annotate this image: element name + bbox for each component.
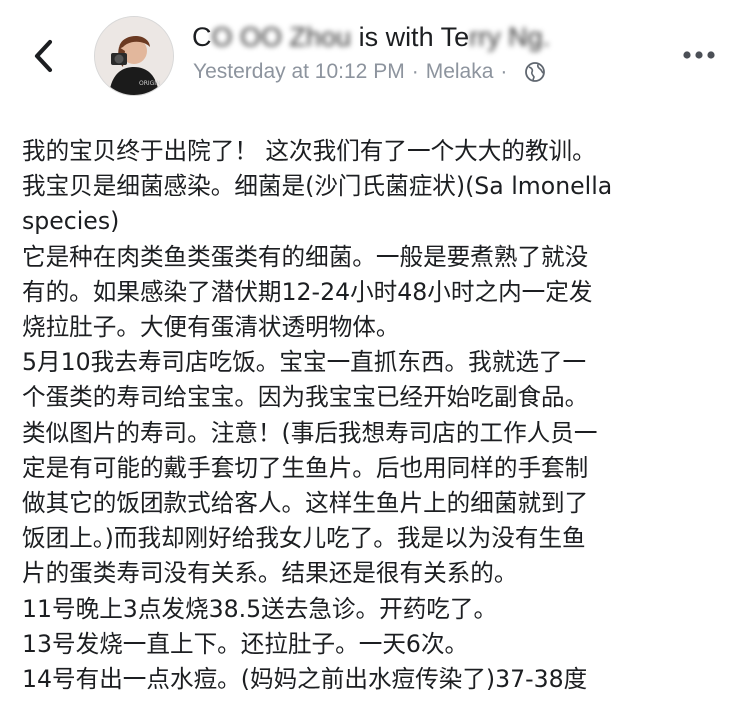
with-text: is with <box>351 22 441 52</box>
post-line: 5月10我去寿司店吃饭。宝宝一直抓东西。我就选了一 <box>22 348 587 377</box>
meta-separator: · <box>411 60 419 83</box>
post-line: 烧拉肚子。大便有蛋清状透明物体。 <box>22 313 400 342</box>
post-line: species) <box>22 207 120 236</box>
post-line: 14号有出一点水痘。(妈妈之前出水痘传染了)37-38度 <box>22 665 588 694</box>
tagged-name[interactable]: Terry Ng. <box>441 22 551 52</box>
post-meta: Yesterday at 10:12 PM · Melaka · <box>193 58 546 86</box>
post-body: 我的宝贝终于出院了！ 这次我们有了一个大大的教训。 我宝贝是细菌感染。细菌是(沙… <box>22 134 734 697</box>
post-line: 片的蛋类寿司没有关系。结果还是很有关系的。 <box>22 559 518 588</box>
author-line: CO OO Zhou is with Terry Ng. <box>192 20 550 54</box>
post-line: 做其它的饭团款式给客人。这样生鱼片上的细菌就到了 <box>22 489 589 518</box>
more-options-icon[interactable] <box>681 46 717 64</box>
post-line: 类似图片的寿司。注意！(事后我想寿司店的工作人员一 <box>22 418 598 447</box>
post-line: 它是种在肉类鱼类蛋类有的细菌。一般是要煮熟了就没 <box>22 242 589 271</box>
post-line: 有的。如果感染了潜伏期12-24小时48小时之内一定发 <box>22 277 593 306</box>
meta-separator-2: · <box>500 60 508 83</box>
post-line: 饭团上。)而我却刚好给我女儿吃了。我是以为没有生鱼 <box>22 524 586 553</box>
back-arrow-icon[interactable] <box>28 36 62 76</box>
avatar-shirt-text: ORIGIN <box>139 80 161 87</box>
avatar-photo: ORIGIN <box>95 17 173 95</box>
post-line: 我的宝贝终于出院了！ 这次我们有了一个大大的教训。 <box>22 137 596 165</box>
post-line: 定是有可能的戴手套切了生鱼片。后也用同样的手套制 <box>22 453 589 482</box>
timestamp[interactable]: Yesterday at 10:12 PM <box>193 58 405 86</box>
avatar[interactable]: ORIGIN <box>94 16 174 96</box>
author-name[interactable]: CO OO Zhou <box>192 22 351 52</box>
post-line: 我宝贝是细菌感染。细菌是(沙门氏菌症状)(Sa lmonella <box>22 172 613 201</box>
location[interactable]: Melaka <box>426 58 494 86</box>
post-line: 13号发烧一直上下。还拉肚子。一天6次。 <box>22 629 469 658</box>
post-header: ORIGIN CO OO Zhou is with Terry Ng. Yest… <box>0 0 747 110</box>
globe-icon <box>525 62 546 82</box>
post-line: 11号晚上3点发烧38.5送去急诊。开药吃了。 <box>22 594 498 623</box>
post-line: 个蛋类的寿司给宝宝。因为我宝宝已经开始吃副食品。 <box>22 383 589 412</box>
